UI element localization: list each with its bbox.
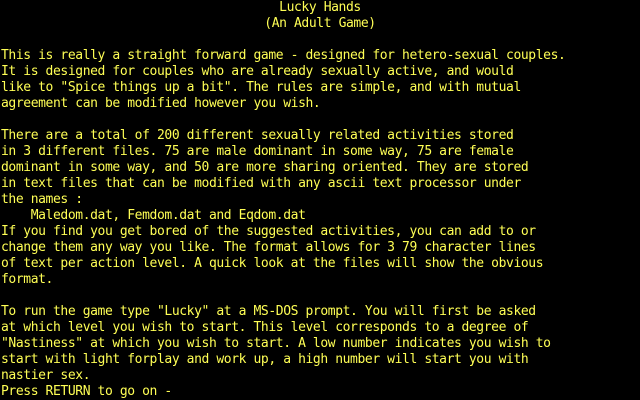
text-line: There are a total of 200 different sexua… xyxy=(1,128,514,143)
text-line: like to "Spice things up a bit". The rul… xyxy=(1,80,521,95)
press-return-prompt[interactable]: Press RETURN to go on - xyxy=(1,384,172,400)
text-line: format. xyxy=(1,272,53,287)
text-line: "Nastiness" at which you wish to start. … xyxy=(1,336,551,351)
game-subtitle: (An Adult Game) xyxy=(264,16,376,31)
text-line: This is really a straight forward game -… xyxy=(1,48,566,63)
text-line: at which level you wish to start. This l… xyxy=(1,320,529,335)
text-line: in 3 different files. 75 are male domina… xyxy=(1,144,514,159)
text-line: agreement can be modified however you wi… xyxy=(1,96,321,111)
file-names-line: Maledom.dat, Femdom.dat and Eqdom.dat xyxy=(1,208,306,223)
text-line: in text files that can be modified with … xyxy=(1,176,521,191)
text-line: nastier sex. xyxy=(1,368,91,383)
text-line: If you find you get bored of the suggest… xyxy=(1,224,536,239)
text-line: change them any way you like. The format… xyxy=(1,240,536,255)
dos-text-screen: Lucky Hands (An Adult Game) This is real… xyxy=(0,0,640,400)
text-line: dominant in some way, and 50 are more sh… xyxy=(1,160,529,175)
text-line: To run the game type "Lucky" at a MS-DOS… xyxy=(1,304,536,319)
game-title: Lucky Hands xyxy=(279,0,361,15)
text-line: of text per action level. A quick look a… xyxy=(1,256,544,271)
text-line: It is designed for couples who are alrea… xyxy=(1,64,514,79)
text-line: start with light forplay and work up, a … xyxy=(1,352,529,367)
text-line: the names : xyxy=(1,192,83,207)
